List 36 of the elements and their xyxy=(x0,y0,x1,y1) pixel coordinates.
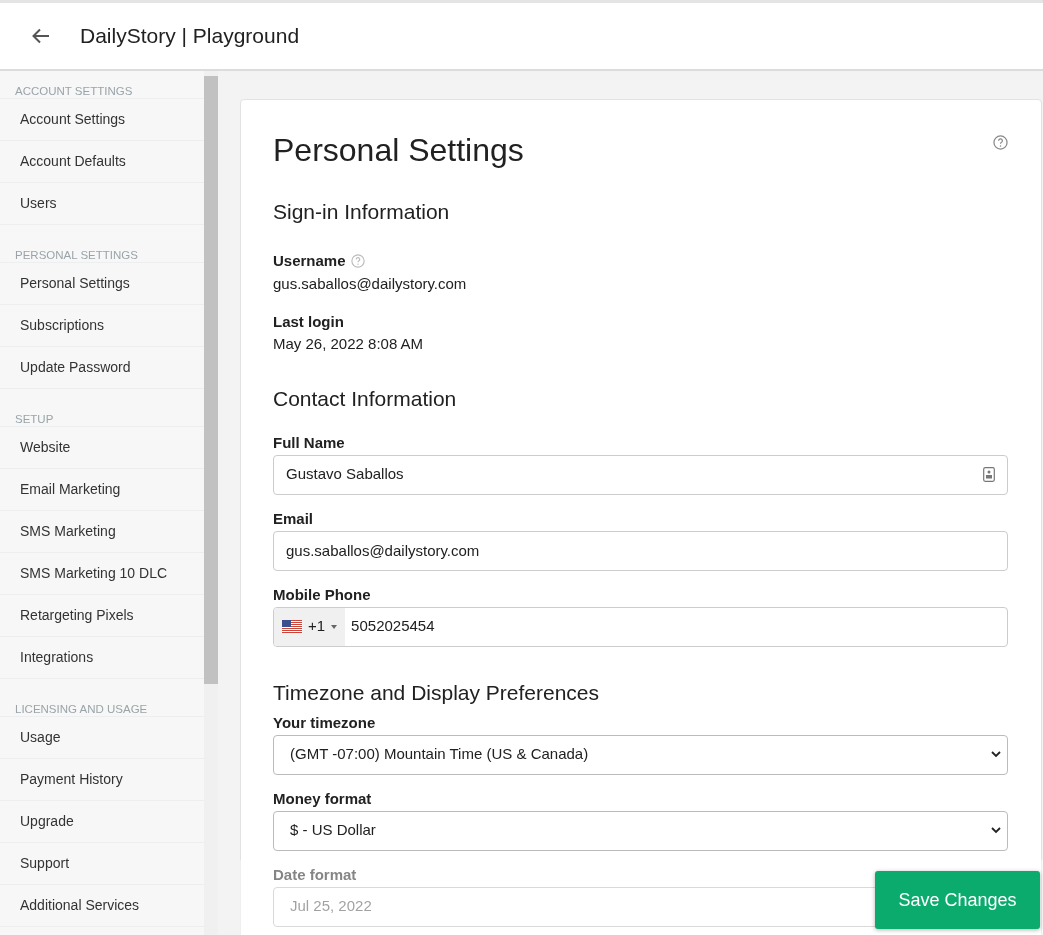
money-format-select[interactable]: $ - US Dollar xyxy=(273,810,1008,851)
app-title: DailyStory | Playground xyxy=(80,23,300,50)
field-label: Last login xyxy=(273,311,345,332)
flag-icon xyxy=(282,620,302,633)
phone-field[interactable]: +1 5052025454 xyxy=(273,606,1008,647)
scrollbar-thumb[interactable] xyxy=(204,76,218,684)
sidebar-group-heading: PERSONAL SETTINGS xyxy=(0,247,204,263)
field-label: Email xyxy=(273,508,315,529)
country-code-selector[interactable]: +1 xyxy=(274,607,346,646)
back-arrow-icon xyxy=(32,28,50,44)
full-name-field[interactable]: Gustavo Saballos xyxy=(273,454,1008,495)
timezone-select[interactable]: (GMT -07:00) Mountain Time (US & Canada) xyxy=(273,734,1008,775)
username-value: gus.saballos@dailystory.com xyxy=(273,273,468,294)
field-label: Username xyxy=(273,251,346,271)
sidebar-group-heading: LICENSING AND USAGE xyxy=(0,701,204,717)
help-icon[interactable] xyxy=(993,135,1008,150)
sidebar-group-heading: ACCOUNT SETTINGS xyxy=(0,83,204,99)
sidebar-scrollbar[interactable] xyxy=(204,71,218,935)
email-field[interactable]: gus.saballos@dailystory.com xyxy=(273,530,1008,571)
field-label: Your timezone xyxy=(273,712,377,733)
phone-value: 5052025454 xyxy=(350,616,435,637)
field-label: Mobile Phone xyxy=(273,584,372,605)
page-title: Personal Settings xyxy=(273,131,524,170)
help-icon[interactable] xyxy=(350,254,365,269)
section-heading: Sign-in Information xyxy=(273,199,451,225)
sidebar-group-heading: SETUP xyxy=(0,411,204,427)
contact-card-icon xyxy=(983,467,995,482)
chevron-down-icon xyxy=(991,751,1001,758)
field-label: Money format xyxy=(273,788,373,809)
field-label: Full Name xyxy=(273,432,346,453)
field-label: Date format xyxy=(273,864,358,885)
last-login-value: May 26, 2022 8:08 AM xyxy=(273,333,425,354)
section-heading: Contact Information xyxy=(273,385,458,412)
chevron-down-icon xyxy=(991,827,1001,834)
caret-icon xyxy=(331,624,338,629)
section-heading: Timezone and Display Preferences xyxy=(273,679,601,706)
